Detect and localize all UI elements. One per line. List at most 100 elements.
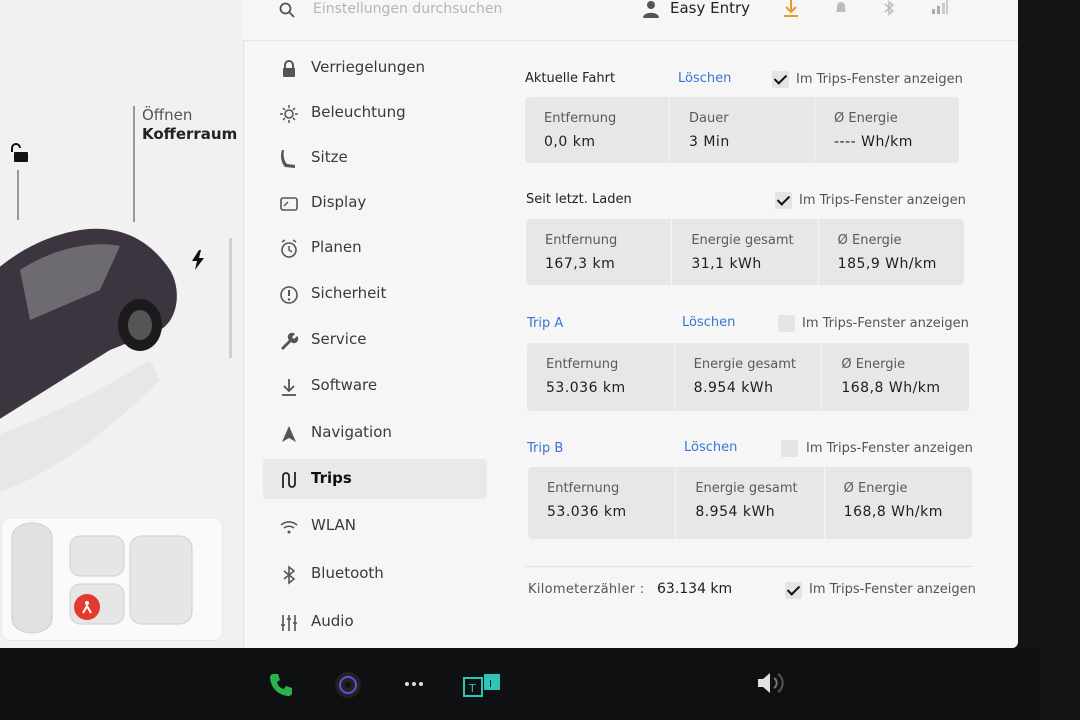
alert-circle-icon [280,286,298,304]
top-bar: Einstellungen durchsuchen Easy Entry [243,0,1018,41]
menu-item-label: Sicherheit [311,284,387,302]
menu-item-sicherheit[interactable]: Sicherheit [263,274,487,314]
odometer-value: 63.134 km [657,581,733,597]
stat-cell: Energie gesamt 8.954 kWh [676,467,825,539]
stat-cell: Ø Energie ---- Wh/km [815,97,959,163]
stat-cell: Entfernung 0,0 km [525,97,670,163]
menu-item-sitze[interactable]: Sitze [263,138,487,178]
menu-item-service[interactable]: Service [263,320,487,360]
stat-value: 168,8 Wh/km [843,504,943,520]
trip-b-show-label: Im Trips-Fenster anzeigen [806,441,973,456]
cellular-signal-icon [932,0,948,14]
display-icon [280,197,298,211]
menu-item-label: Verriegelungen [311,58,425,76]
open-trunk-label-1: Öffnen [142,106,193,124]
wifi-icon [280,521,298,534]
since-charge-show-checkbox[interactable] [775,192,792,209]
bluetooth-icon [283,565,296,585]
clear-current-trip-link[interactable]: Löschen [678,71,731,86]
equalizer-icon [281,615,297,631]
odometer-divider [525,566,973,567]
open-trunk-button[interactable]: Öffnen Kofferraum [142,106,237,144]
menu-item-display[interactable]: Display [263,183,487,223]
trunk-pointer-line [133,106,135,222]
menu-item-label: Bluetooth [311,564,384,582]
stat-value: 0,0 km [544,134,596,150]
volume-icon[interactable] [756,671,790,695]
menu-item-beleuchtung[interactable]: Beleuchtung [263,93,487,133]
menu-item-label: Audio [311,612,354,630]
more-apps-icon[interactable] [403,680,425,688]
menu-item-label: Navigation [311,423,392,441]
stat-label: Ø Energie [841,357,906,372]
stat-cell: Entfernung 53.036 km [527,343,675,411]
menu-item-bluetooth[interactable]: Bluetooth [263,554,487,594]
clear-trip-a-link[interactable]: Löschen [682,315,735,330]
stat-cell: Ø Energie 168,8 Wh/km [822,343,969,411]
bell-icon[interactable] [834,0,848,16]
current-trip-stats: Entfernung 0,0 km Dauer 3 Min Ø Energie … [525,97,959,163]
menu-item-label: Display [311,193,367,211]
stat-cell: Ø Energie 168,8 Wh/km [825,467,972,539]
stat-label: Ø Energie [834,111,898,126]
trip-b-show-checkbox[interactable] [781,440,798,457]
trip-a-stats: Entfernung 53.036 km Energie gesamt 8.95… [527,343,969,411]
download-icon[interactable] [783,0,799,18]
profile-icon[interactable] [643,0,659,18]
menu-item-trips[interactable]: Trips [263,459,487,499]
stat-label: Entfernung [544,111,617,126]
charge-port-bolt-icon[interactable] [190,250,206,270]
current-trip-show-checkbox[interactable] [772,71,789,88]
stat-label: Dauer [689,111,729,126]
stat-value: 31,1 kWh [691,256,762,272]
stat-cell: Energie gesamt 31,1 kWh [672,219,819,285]
stat-value: 53.036 km [546,380,626,396]
search-icon[interactable] [279,2,295,18]
stat-value: 3 Min [689,134,730,150]
stat-cell: Energie gesamt 8.954 kWh [675,343,823,411]
seat-belt-status-card [2,518,222,640]
section-title-trip-b: Trip B [527,441,564,456]
clear-trip-b-link[interactable]: Löschen [684,440,737,455]
stat-label: Energie gesamt [691,233,794,248]
screen-bezel-right [1018,0,1080,720]
menu-item-planen[interactable]: Planen [263,228,487,268]
odometer-show-checkbox[interactable] [785,582,802,599]
menu-item-label: Planen [311,238,362,256]
unlock-icon[interactable] [8,142,30,164]
touchscreen: Öffnen Kofferraum Einstellungen durchsuc… [0,0,1018,648]
section-title-trip-a: Trip A [527,316,564,331]
search-input[interactable]: Einstellungen durchsuchen [313,1,502,17]
bluetooth-status-icon[interactable] [883,0,895,16]
toybox-app-icon[interactable]: T I [463,673,501,697]
since-charge-stats: Entfernung 167,3 km Energie gesamt 31,1 … [526,219,964,285]
stat-cell: Ø Energie 185,9 Wh/km [819,219,964,285]
menu-item-software[interactable]: Software [263,366,487,406]
since-charge-show-label: Im Trips-Fenster anzeigen [799,193,966,208]
svg-text:T: T [468,682,476,695]
menu-item-wlan[interactable]: WLAN [263,506,487,546]
current-trip-show-label: Im Trips-Fenster anzeigen [796,72,963,87]
navigation-arrow-icon [282,426,296,442]
menu-item-verriegelungen[interactable]: Verriegelungen [263,48,487,88]
section-title-since-charge: Seit letzt. Laden [526,192,632,207]
clock-icon [281,239,297,258]
stat-label: Ø Energie [837,233,902,248]
menu-item-label: Beleuchtung [311,103,406,121]
menu-item-audio[interactable]: Audio [263,602,487,642]
driver-profile-name[interactable]: Easy Entry [670,0,750,17]
trip-a-show-checkbox[interactable] [778,315,795,332]
stat-value: ---- Wh/km [834,134,913,150]
stat-label: Entfernung [545,233,618,248]
wrench-icon [281,332,299,350]
menu-item-label: Trips [311,469,352,487]
car-panel: Öffnen Kofferraum [0,0,244,648]
camera-app-icon[interactable] [334,671,362,699]
stat-label: Energie gesamt [693,357,796,372]
menu-item-navigation[interactable]: Navigation [263,413,487,453]
phone-icon[interactable] [268,672,294,698]
stat-label: Entfernung [546,357,619,372]
stat-cell: Entfernung 53.036 km [528,467,677,539]
trip-a-show-label: Im Trips-Fenster anzeigen [802,316,969,331]
menu-item-label: Service [311,330,367,348]
